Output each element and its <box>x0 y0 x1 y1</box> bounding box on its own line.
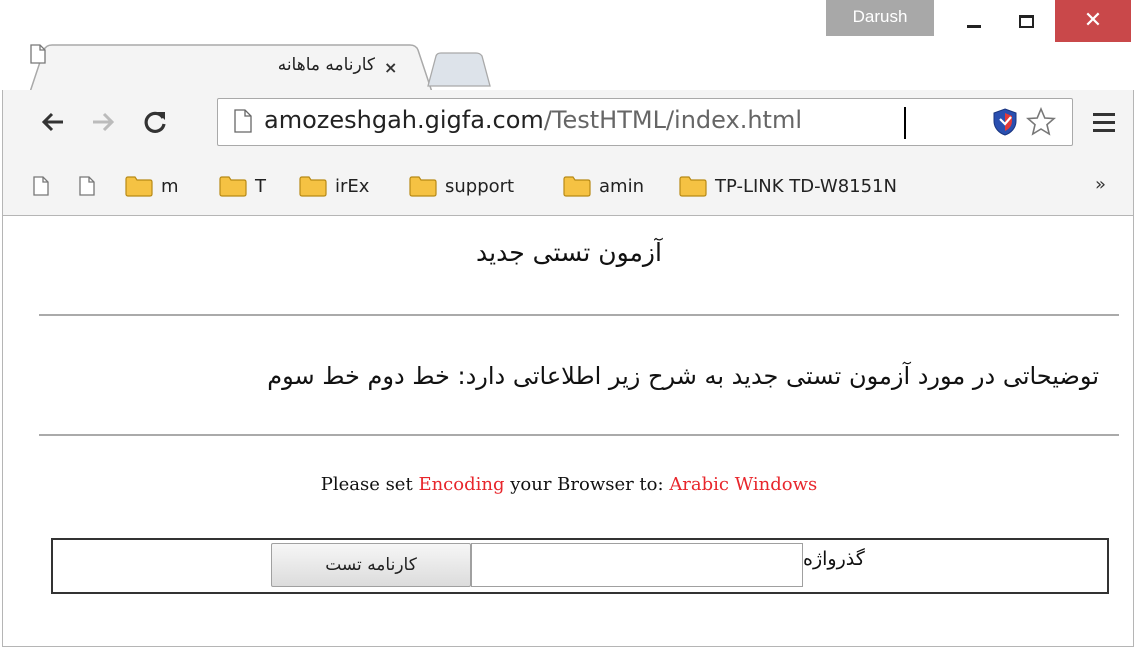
tab-active[interactable]: کارنامه ماهانه × <box>30 44 434 92</box>
browser-window: Darush ✕ کارنامه ماهانه × amozeshgah.gig… <box>0 0 1136 651</box>
reload-icon <box>144 111 166 133</box>
menu-bar-icon <box>1093 120 1115 124</box>
folder-icon <box>219 176 247 197</box>
new-tab-button[interactable] <box>426 52 492 88</box>
bookmark-label: support <box>445 175 515 197</box>
encoding-text-2: your Browser to: <box>510 474 664 495</box>
close-icon: ✕ <box>1083 8 1103 33</box>
tab-close-icon[interactable]: × <box>384 58 397 77</box>
url-path: /TestHTML/index.html <box>543 106 802 134</box>
bookmark-folder-t[interactable]: T <box>219 172 266 200</box>
folder-icon <box>125 176 153 197</box>
password-input[interactable] <box>471 543 803 587</box>
tab-title: کارنامه ماهانه <box>277 55 375 75</box>
bookmark-page-1[interactable] <box>33 172 49 200</box>
submit-report-button[interactable]: کارنامه تست <box>271 543 471 587</box>
menu-bar-icon <box>1093 112 1115 116</box>
reload-button[interactable] <box>137 104 173 140</box>
page-favicon-icon <box>30 44 46 64</box>
text-caret <box>904 107 906 139</box>
maximize-icon <box>1018 14 1034 28</box>
divider <box>39 434 1119 436</box>
page-description: توضیحاتی در مورد آزمون تستی جدید به شرح … <box>267 362 1099 390</box>
url-host: amozeshgah.gigfa.com <box>264 106 544 134</box>
back-arrow-icon <box>41 112 63 132</box>
bookmark-label: TP-LINK TD-W8151N <box>715 175 897 197</box>
encoding-text-highlight-1: Encoding <box>418 474 505 495</box>
user-badge: Darush <box>826 0 934 36</box>
address-bar[interactable]: amozeshgah.gigfa.com/TestHTML/index.html <box>217 98 1073 146</box>
bookmark-folder-amin[interactable]: amin <box>563 172 644 200</box>
page-icon <box>33 176 49 196</box>
close-window-button[interactable]: ✕ <box>1055 0 1131 42</box>
menu-bar-icon <box>1093 128 1115 132</box>
menu-button[interactable] <box>1088 106 1120 138</box>
minimize-button[interactable] <box>952 0 996 42</box>
folder-icon <box>409 176 437 197</box>
maximize-button[interactable] <box>1004 0 1048 42</box>
encoding-text-1: Please set <box>320 474 413 495</box>
bookmark-folder-m[interactable]: m <box>125 172 179 200</box>
shield-extension-icon[interactable] <box>992 108 1018 136</box>
tab-strip: کارنامه ماهانه × <box>0 38 1136 92</box>
encoding-text-highlight-2: Arabic Windows <box>669 474 818 495</box>
browser-toolbar: amozeshgah.gigfa.com/TestHTML/index.html <box>2 90 1134 156</box>
forward-arrow-icon <box>93 112 115 132</box>
bookmark-star-icon[interactable] <box>1026 107 1056 137</box>
bookmarks-bar: m T irEx support amin TP-LINK TD-W8151N … <box>2 156 1134 216</box>
bookmark-label: irEx <box>335 175 370 197</box>
page-content: آزمون تستی جدید توضیحاتی در مورد آزمون ت… <box>2 216 1134 647</box>
page-icon <box>234 109 252 133</box>
bookmark-folder-tplink[interactable]: TP-LINK TD-W8151N <box>679 172 897 200</box>
bookmark-folder-support[interactable]: support <box>409 172 514 200</box>
bookmark-label: m <box>161 175 179 197</box>
folder-icon <box>299 176 327 197</box>
encoding-notice: Please set Encoding your Browser to: Ara… <box>3 474 1135 495</box>
page-icon <box>79 176 95 196</box>
page-title: آزمون تستی جدید <box>476 238 662 267</box>
bookmark-page-2[interactable] <box>79 172 95 200</box>
bookmarks-overflow-button[interactable]: » <box>1095 174 1106 195</box>
bookmark-folder-irex[interactable]: irEx <box>299 172 369 200</box>
minimize-icon <box>967 24 981 28</box>
folder-icon <box>563 176 591 197</box>
back-button[interactable] <box>35 104 71 140</box>
password-label: گذرواژه <box>803 548 865 570</box>
url-text[interactable]: amozeshgah.gigfa.com/TestHTML/index.html <box>264 106 802 134</box>
divider <box>39 314 1119 316</box>
bookmark-label: T <box>255 175 266 197</box>
folder-icon <box>679 176 707 197</box>
bookmark-label: amin <box>599 175 644 197</box>
forward-button[interactable] <box>85 104 121 140</box>
login-form: کارنامه تست گذرواژه <box>51 538 1109 594</box>
